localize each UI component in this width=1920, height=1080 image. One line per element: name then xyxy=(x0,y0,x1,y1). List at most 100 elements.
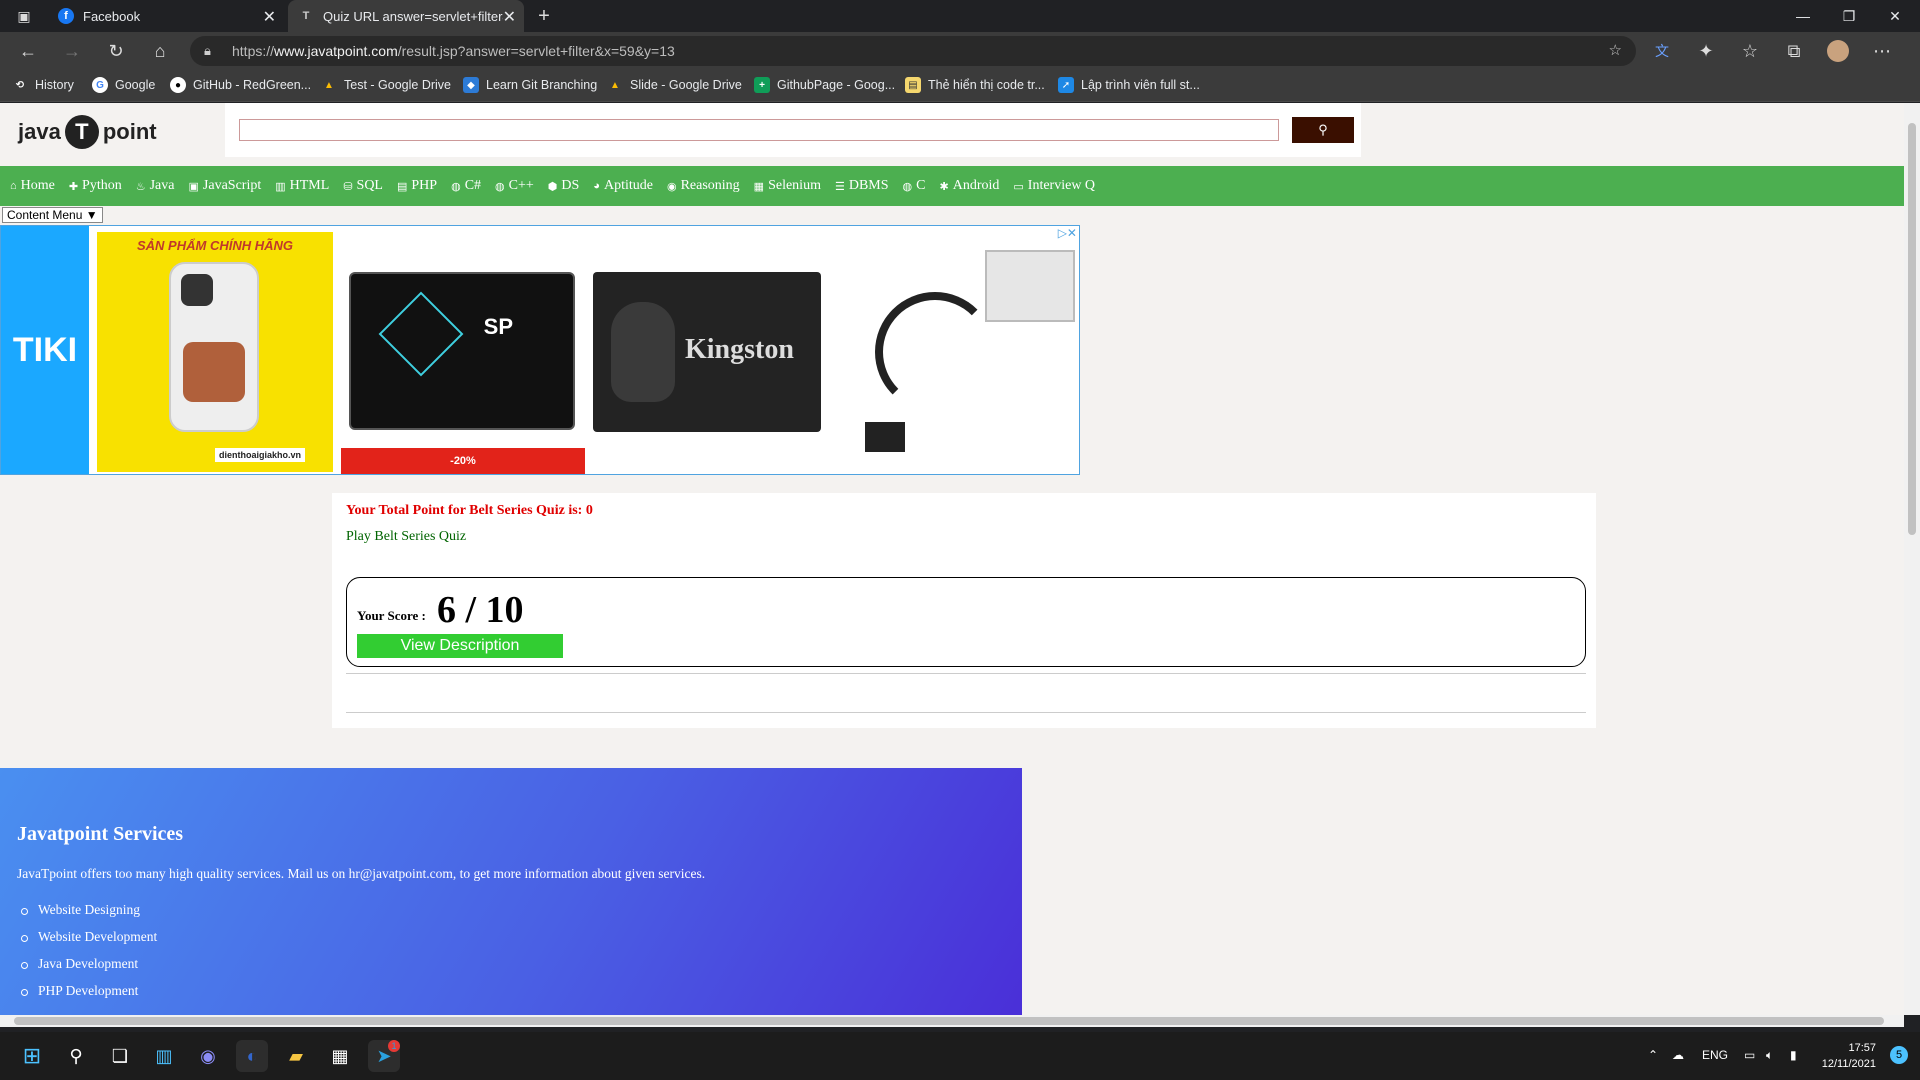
nav-python[interactable]: ✚ Python xyxy=(69,178,122,194)
play-quiz-link[interactable]: Play Belt Series Quiz xyxy=(346,529,466,545)
favorite-add-icon[interactable]: ☆ xyxy=(1609,41,1622,59)
windows-start-icon[interactable]: ⊞ xyxy=(16,1040,48,1072)
reload-icon[interactable]: ↻ xyxy=(102,37,130,65)
aptitude-icon: ◕ xyxy=(593,180,600,192)
logo-mark: T xyxy=(64,115,99,149)
nav-selenium[interactable]: ▦ Selenium xyxy=(754,178,821,194)
bookmark-google[interactable]: G Google xyxy=(92,77,155,93)
nav-html[interactable]: ▥ HTML xyxy=(275,178,329,194)
tab-facebook[interactable]: f Facebook ✕ xyxy=(48,0,284,32)
divider xyxy=(346,712,1586,713)
minimize-icon[interactable]: — xyxy=(1780,0,1826,32)
list-item[interactable]: PHP Development xyxy=(20,983,157,1010)
notification-count-badge[interactable]: 5 xyxy=(1890,1046,1908,1064)
horizontal-scrollbar[interactable] xyxy=(0,1015,1904,1027)
network-icon[interactable]: ▭ xyxy=(1744,1048,1755,1062)
list-item[interactable]: Website Designing xyxy=(20,902,157,929)
home-icon: ⌂ xyxy=(10,180,17,192)
scrollbar-thumb[interactable] xyxy=(14,1017,1884,1025)
tab-actions-icon[interactable]: ▣ xyxy=(10,2,38,30)
task-view-icon[interactable]: ❏ xyxy=(104,1040,136,1072)
nav-cpp[interactable]: ◍ C++ xyxy=(495,178,534,194)
ad-card-phone-holder[interactable] xyxy=(835,232,1075,472)
store-icon[interactable]: ▦ xyxy=(324,1040,356,1072)
ad-choices-icon[interactable]: ▷✕ xyxy=(1058,226,1077,240)
nav-interview-q[interactable]: ▭ Interview Q xyxy=(1013,178,1095,194)
new-tab-icon[interactable]: + xyxy=(530,2,558,30)
bookmark-slide-drive[interactable]: ▲ Slide - Google Drive xyxy=(607,77,742,93)
search-button[interactable]: ⚲ xyxy=(1292,117,1354,143)
ad-card-ssd[interactable]: SP -20% xyxy=(341,232,585,474)
url-host: www.javatpoint.com xyxy=(274,43,398,59)
site-logo[interactable]: java T point xyxy=(18,115,157,149)
drive-icon: ▲ xyxy=(324,79,334,91)
nav-ds[interactable]: ⬢ DS xyxy=(548,178,580,194)
content-menu-toggle[interactable]: Content Menu ▼ xyxy=(2,207,103,223)
nav-javascript[interactable]: ▣ JavaScript xyxy=(189,178,262,194)
ad-card-kingston[interactable]: Kingston xyxy=(591,232,827,472)
bookmark-history[interactable]: ⟲ History xyxy=(12,77,74,93)
list-item[interactable]: Java Development xyxy=(20,956,157,983)
widgets-icon[interactable]: ▥ xyxy=(148,1040,180,1072)
close-tab-icon[interactable]: ✕ xyxy=(263,7,276,27)
battery-icon[interactable]: ▮ xyxy=(1790,1048,1797,1062)
nav-php[interactable]: ▤ PHP xyxy=(397,178,437,194)
bookmark-learn-git[interactable]: ◆ Learn Git Branching xyxy=(463,77,597,93)
forward-icon[interactable]: → xyxy=(58,37,86,65)
address-bar[interactable]: 🔒︎ https://www.javatpoint.com/result.jsp… xyxy=(190,36,1636,66)
main-nav: ⌂ Home ✚ Python ♨ Java ▣ JavaScript ▥ HTML ⛁ S… xyxy=(0,166,1904,206)
language-indicator[interactable]: ENG xyxy=(1702,1048,1728,1062)
back-icon[interactable]: ← xyxy=(14,37,42,65)
nav-reasoning[interactable]: ◉ Reasoning xyxy=(667,178,740,194)
translate-icon[interactable]: 文 xyxy=(1648,37,1676,65)
runner-icon: ➚ xyxy=(1058,77,1074,93)
search-icon: ⚲ xyxy=(1318,122,1328,137)
note-icon: ▤ xyxy=(905,77,921,93)
bookmark-code-tag[interactable]: ▤ Thẻ hiển thị code tr... xyxy=(905,77,1045,93)
telegram-icon[interactable]: ➤ 1 xyxy=(368,1040,400,1072)
clock[interactable]: 17:57 12/11/2021 xyxy=(1822,1040,1876,1072)
nav-aptitude[interactable]: ◕ Aptitude xyxy=(593,178,653,194)
drive-icon: ▲ xyxy=(610,79,620,91)
home-icon[interactable]: ⌂ xyxy=(146,37,174,65)
search-icon[interactable]: ⚲ xyxy=(60,1040,92,1072)
more-menu-icon[interactable]: ⋯ xyxy=(1868,37,1896,65)
scrollbar-thumb[interactable] xyxy=(1908,123,1916,535)
favorites-icon[interactable]: ☆ xyxy=(1736,37,1764,65)
view-description-button[interactable]: View Description xyxy=(357,634,563,658)
nav-sql[interactable]: ⛁ SQL xyxy=(343,178,383,194)
nav-java[interactable]: ♨ Java xyxy=(136,178,175,194)
close-tab-icon[interactable]: ✕ xyxy=(503,7,516,27)
edge-icon[interactable]: ◐ xyxy=(236,1040,268,1072)
nav-dbms[interactable]: ☰ DBMS xyxy=(835,178,889,194)
avatar[interactable] xyxy=(1824,37,1852,65)
nav-c[interactable]: ◍ C xyxy=(903,178,926,194)
bookmark-fullstack[interactable]: ➚ Lập trình viên full st... xyxy=(1058,77,1200,93)
ad-card-phone-case[interactable]: SẢN PHẨM CHÍNH HÃNG dienthoaigiakho.vn xyxy=(97,232,333,472)
bookmark-test-drive[interactable]: ▲ Test - Google Drive xyxy=(321,77,451,93)
list-item[interactable]: Website Development xyxy=(20,929,157,956)
nav-csharp[interactable]: ◍ C# xyxy=(451,178,481,194)
phone-image xyxy=(169,262,259,432)
extensions-icon[interactable]: ✦ xyxy=(1692,37,1720,65)
footer-title: Javatpoint Services xyxy=(17,823,184,845)
nav-android[interactable]: ✱ Android xyxy=(939,178,999,194)
collections-icon[interactable]: ⧉ xyxy=(1780,37,1808,65)
advertisement-banner[interactable]: TIKI SẢN PHẨM CHÍNH HÃNG dienthoaigiakho… xyxy=(0,225,1080,475)
file-explorer-icon[interactable]: ▰ xyxy=(280,1040,312,1072)
restore-icon[interactable]: ❐ xyxy=(1826,0,1872,32)
bookmark-github[interactable]: ● GitHub - RedGreen... xyxy=(170,77,311,93)
cpp-icon: ◍ xyxy=(495,180,505,193)
vertical-scrollbar[interactable] xyxy=(1904,103,1920,1015)
teams-chat-icon[interactable]: ◉ xyxy=(192,1040,224,1072)
show-hidden-icons-icon[interactable]: ⌃ xyxy=(1648,1048,1658,1062)
site-header: java T point ⚲ xyxy=(0,103,1904,165)
tab-quiz[interactable]: T Quiz URL answer=servlet+filter& ✕ xyxy=(288,0,524,32)
close-window-icon[interactable]: ✕ xyxy=(1872,0,1918,32)
onedrive-icon[interactable]: ☁ xyxy=(1672,1048,1684,1062)
clock-date: 12/11/2021 xyxy=(1821,1058,1876,1070)
bookmark-githubpage[interactable]: + GithubPage - Goog... xyxy=(754,77,895,93)
nav-home[interactable]: ⌂ Home xyxy=(10,178,55,194)
volume-icon[interactable]: 🔈︎ xyxy=(1766,1048,1773,1063)
search-input[interactable] xyxy=(239,119,1279,141)
